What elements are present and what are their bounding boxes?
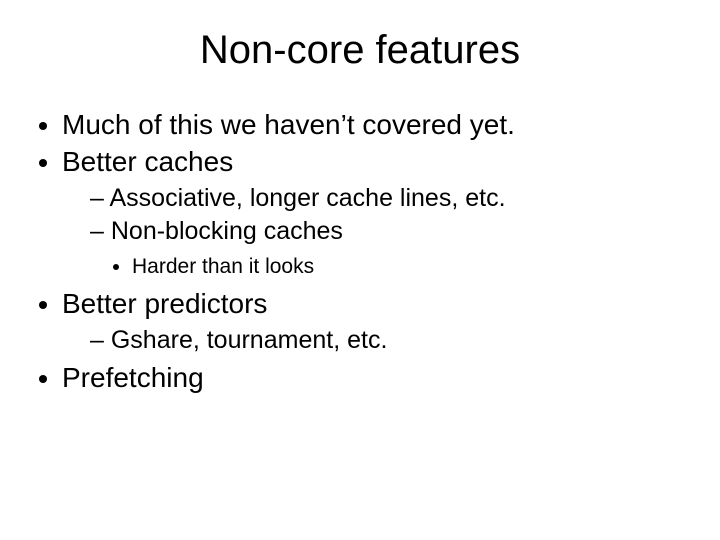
bullet-list: Much of this we haven’t covered yet. Bet… — [28, 107, 692, 395]
sub-bullet-text: Gshare, tournament, etc. — [111, 326, 388, 354]
bullet-item: Better predictors Gshare, tournament, et… — [62, 286, 692, 356]
sub-bullet-list: Gshare, tournament, etc. — [62, 325, 692, 356]
bullet-item: Better caches Associative, longer cache … — [62, 144, 692, 280]
sub-bullet-item: Associative, longer cache lines, etc. — [90, 183, 692, 214]
sub-sub-bullet-list: Harder than it looks — [90, 254, 692, 280]
slide: Non-core features Much of this we haven’… — [0, 0, 720, 540]
sub-bullet-list: Associative, longer cache lines, etc. No… — [62, 183, 692, 280]
bullet-text: Better predictors — [62, 288, 267, 319]
bullet-text: Much of this we haven’t covered yet. — [62, 109, 515, 140]
sub-bullet-text: Non-blocking caches — [111, 217, 343, 245]
bullet-text: Better caches — [62, 146, 233, 177]
sub-bullet-text: Associative, longer cache lines, etc. — [109, 184, 505, 212]
slide-title: Non-core features — [28, 28, 692, 73]
sub-sub-bullet-item: Harder than it looks — [132, 254, 692, 280]
sub-bullet-item: Non-blocking caches Harder than it looks — [90, 216, 692, 280]
sub-sub-bullet-text: Harder than it looks — [132, 255, 314, 278]
bullet-item: Prefetching — [62, 360, 692, 395]
bullet-text: Prefetching — [62, 362, 204, 393]
sub-bullet-item: Gshare, tournament, etc. — [90, 325, 692, 356]
bullet-item: Much of this we haven’t covered yet. — [62, 107, 692, 142]
